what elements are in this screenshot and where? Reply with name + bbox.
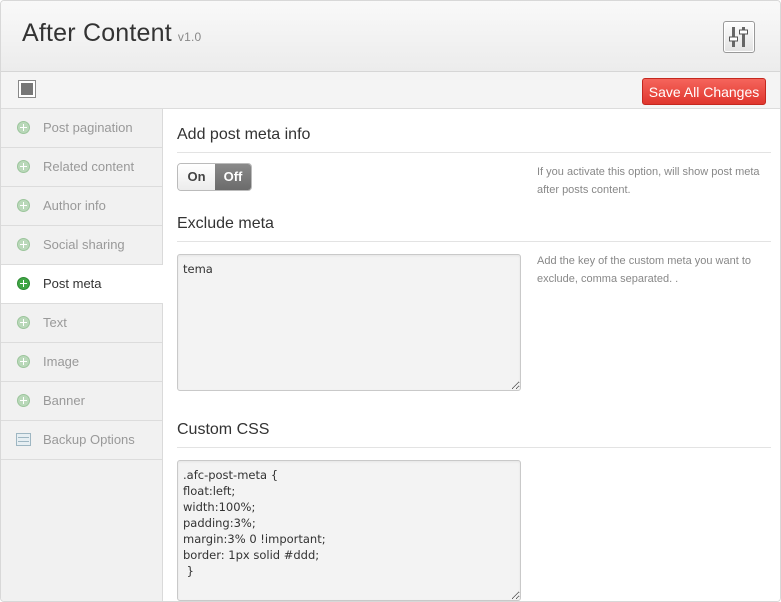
expand-icon[interactable] <box>18 80 36 98</box>
plus-circle-icon <box>17 199 30 212</box>
main-content: Add post meta info On Off If you activat… <box>163 109 780 601</box>
plus-circle-icon <box>17 355 30 368</box>
sidebar-item-social-sharing[interactable]: Social sharing <box>1 226 162 265</box>
title-text: After Content <box>22 19 172 47</box>
sidebar-item-image[interactable]: Image <box>1 343 162 382</box>
custom-css-heading: Custom CSS <box>177 421 270 438</box>
exclude-meta-textarea[interactable]: tema <box>177 254 521 391</box>
sidebar: Post pagination Related content Author i… <box>1 109 163 601</box>
toggle-on-option[interactable]: On <box>178 164 215 190</box>
save-all-button[interactable]: Save All Changes <box>642 78 766 105</box>
sidebar-item-label: Post pagination <box>43 120 133 135</box>
plus-circle-icon <box>17 121 30 134</box>
post-meta-heading: Add post meta info <box>177 126 311 143</box>
post-meta-toggle[interactable]: On Off <box>177 163 252 191</box>
sidebar-item-label: Social sharing <box>43 237 125 252</box>
sidebar-item-label: Post meta <box>43 276 102 291</box>
sidebar-item-text[interactable]: Text <box>1 304 162 343</box>
plus-circle-icon <box>17 316 30 329</box>
sidebar-item-label: Banner <box>43 393 85 408</box>
sidebar-item-label: Backup Options <box>43 432 135 447</box>
page-title: After Content v1.0 <box>22 19 201 48</box>
section-divider <box>177 241 771 242</box>
sidebar-item-banner[interactable]: Banner <box>1 382 162 421</box>
version-label: v1.0 <box>177 30 202 44</box>
sliders-icon <box>723 21 755 53</box>
sidebar-item-label: Author info <box>43 198 106 213</box>
sidebar-item-label: Text <box>43 315 67 330</box>
toggle-off-option[interactable]: Off <box>215 164 251 190</box>
post-meta-description: If you activate this option, will show p… <box>537 166 760 196</box>
plus-circle-icon <box>17 394 30 407</box>
panel-header: After Content v1.0 <box>1 1 780 72</box>
sidebar-item-post-pagination[interactable]: Post pagination <box>1 109 162 148</box>
custom-css-textarea[interactable]: .afc-post-meta { float:left; width:100%;… <box>177 460 521 601</box>
sidebar-item-label: Image <box>43 354 80 369</box>
sidebar-item-post-meta[interactable]: Post meta <box>1 265 163 304</box>
section-divider <box>177 152 771 153</box>
exclude-meta-description: Add the key of the custom meta you want … <box>537 255 752 285</box>
sidebar-item-label: Related content <box>43 159 135 174</box>
plus-circle-icon <box>17 238 30 251</box>
exclude-meta-heading: Exclude meta <box>177 215 274 232</box>
sidebar-item-backup-options[interactable]: Backup Options <box>1 421 162 460</box>
options-panel: After Content v1.0 Save All Changes Post … <box>0 0 781 602</box>
section-divider <box>177 447 771 448</box>
plus-circle-icon <box>17 277 30 290</box>
backup-icon <box>16 433 31 446</box>
sidebar-item-related-content[interactable]: Related content <box>1 148 162 187</box>
sidebar-item-author-info[interactable]: Author info <box>1 187 162 226</box>
plus-circle-icon <box>17 160 30 173</box>
toolbar: Save All Changes <box>1 72 780 109</box>
